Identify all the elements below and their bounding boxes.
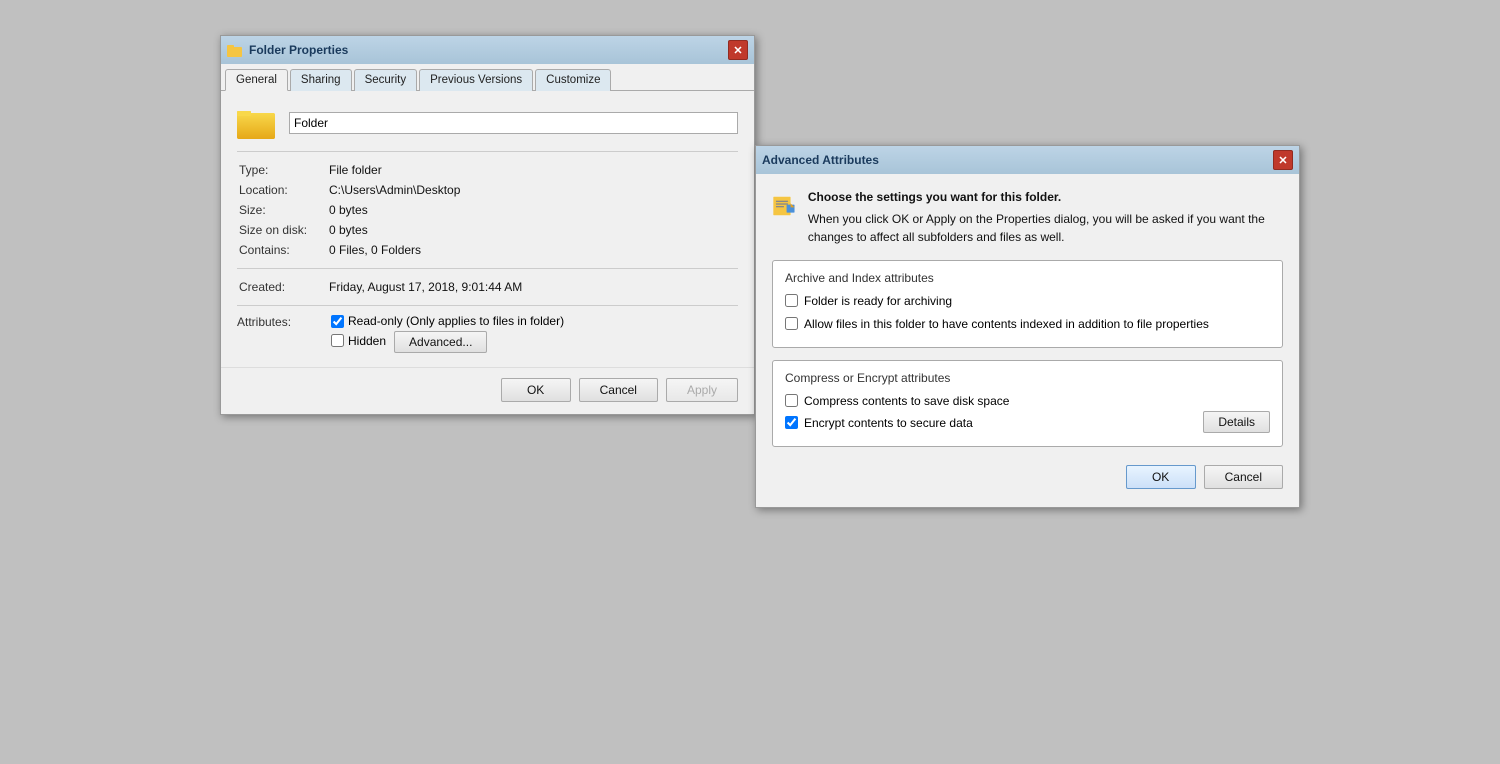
details-button[interactable]: Details: [1203, 411, 1270, 433]
type-value: File folder: [327, 160, 738, 180]
archive-checkbox-row: Folder is ready for archiving: [785, 293, 1270, 310]
ok-button[interactable]: OK: [501, 378, 571, 402]
encrypt-section-title: Compress or Encrypt attributes: [785, 371, 1270, 385]
folder-title-icon: [227, 42, 243, 58]
encrypt-checkbox[interactable]: [785, 416, 798, 429]
folder-props-close-button[interactable]: ✕: [728, 40, 748, 60]
table-row: Created: Friday, August 17, 2018, 9:01:4…: [237, 277, 738, 297]
encrypt-label: Encrypt contents to secure data: [804, 415, 973, 432]
adv-description: Choose the settings you want for this fo…: [808, 188, 1283, 246]
encrypt-checkbox-row: Encrypt contents to secure data: [785, 415, 1009, 432]
separator-1: [237, 151, 738, 152]
adv-desc-line2: When you click OK or Apply on the Proper…: [808, 210, 1283, 246]
tab-previous-versions[interactable]: Previous Versions: [419, 69, 533, 91]
location-value: C:\Users\Admin\Desktop: [327, 180, 738, 200]
adv-header: Choose the settings you want for this fo…: [772, 188, 1283, 246]
table-row: Contains: 0 Files, 0 Folders: [237, 240, 738, 260]
created-label: Created:: [237, 277, 327, 297]
tab-customize[interactable]: Customize: [535, 69, 611, 91]
index-label: Allow files in this folder to have conte…: [804, 316, 1209, 333]
folder-props-title: Folder Properties: [249, 43, 728, 57]
advanced-attributes-window: Advanced Attributes ✕ Choose the setting…: [755, 145, 1300, 508]
size-label: Size:: [237, 200, 327, 220]
index-checkbox-row: Allow files in this folder to have conte…: [785, 316, 1270, 333]
tab-general[interactable]: General: [225, 69, 288, 91]
table-row: Type: File folder: [237, 160, 738, 180]
index-checkbox[interactable]: [785, 317, 798, 330]
archive-checkbox[interactable]: [785, 294, 798, 307]
contains-value: 0 Files, 0 Folders: [327, 240, 738, 260]
separator-3: [237, 305, 738, 306]
folder-props-buttons: OK Cancel Apply: [221, 367, 754, 414]
contains-label: Contains:: [237, 240, 327, 260]
encrypt-section: Compress or Encrypt attributes Compress …: [772, 360, 1283, 448]
readonly-checkbox[interactable]: [331, 315, 344, 328]
folder-icon: [237, 105, 277, 141]
attr-buttons-row: Hidden Advanced...: [331, 331, 738, 353]
readonly-checkbox-row: Read-only (Only applies to files in fold…: [331, 314, 738, 328]
encrypt-checkboxes: Compress contents to save disk space Enc…: [785, 393, 1009, 439]
hidden-checkbox-row: Hidden: [331, 334, 386, 348]
adv-close-button[interactable]: ✕: [1273, 150, 1293, 170]
general-tab-content: Type: File folder Location: C:\Users\Adm…: [221, 91, 754, 367]
folder-header: [237, 105, 738, 141]
size-on-disk-value: 0 bytes: [327, 220, 738, 240]
location-label: Location:: [237, 180, 327, 200]
size-value: 0 bytes: [327, 200, 738, 220]
adv-title: Advanced Attributes: [762, 153, 1273, 167]
readonly-label: Read-only (Only applies to files in fold…: [348, 314, 564, 328]
apply-button[interactable]: Apply: [666, 378, 738, 402]
attributes-controls: Read-only (Only applies to files in fold…: [331, 314, 738, 353]
info-table: Type: File folder Location: C:\Users\Adm…: [237, 160, 738, 260]
created-value: Friday, August 17, 2018, 9:01:44 AM: [327, 277, 738, 297]
tab-sharing[interactable]: Sharing: [290, 69, 352, 91]
archive-section: Archive and Index attributes Folder is r…: [772, 260, 1283, 348]
adv-content: Choose the settings you want for this fo…: [756, 174, 1299, 507]
created-table: Created: Friday, August 17, 2018, 9:01:4…: [237, 277, 738, 297]
folder-props-tabs: General Sharing Security Previous Versio…: [221, 64, 754, 91]
folder-name-input[interactable]: [289, 112, 738, 134]
hidden-checkbox[interactable]: [331, 334, 344, 347]
advanced-button[interactable]: Advanced...: [394, 331, 487, 353]
table-row: Size on disk: 0 bytes: [237, 220, 738, 240]
attributes-section: Attributes: Read-only (Only applies to f…: [237, 314, 738, 353]
compress-checkbox-row: Compress contents to save disk space: [785, 393, 1009, 410]
hidden-label: Hidden: [348, 334, 386, 348]
folder-props-title-bar: Folder Properties ✕: [221, 36, 754, 64]
adv-buttons: OK Cancel: [772, 459, 1283, 493]
cancel-button[interactable]: Cancel: [579, 378, 658, 402]
archive-section-title: Archive and Index attributes: [785, 271, 1270, 285]
archive-label: Folder is ready for archiving: [804, 293, 952, 310]
table-row: Location: C:\Users\Admin\Desktop: [237, 180, 738, 200]
compress-checkbox[interactable]: [785, 394, 798, 407]
adv-ok-button[interactable]: OK: [1126, 465, 1196, 489]
adv-icon: [772, 188, 796, 224]
adv-cancel-button[interactable]: Cancel: [1204, 465, 1283, 489]
folder-properties-window: Folder Properties ✕ General Sharing Secu…: [220, 35, 755, 415]
adv-desc-line1: Choose the settings you want for this fo…: [808, 188, 1283, 206]
tab-security[interactable]: Security: [354, 69, 418, 91]
attributes-label: Attributes:: [237, 314, 327, 329]
encrypt-section-content: Compress contents to save disk space Enc…: [785, 393, 1270, 439]
type-label: Type:: [237, 160, 327, 180]
size-on-disk-label: Size on disk:: [237, 220, 327, 240]
compress-label: Compress contents to save disk space: [804, 393, 1009, 410]
adv-title-bar: Advanced Attributes ✕: [756, 146, 1299, 174]
separator-2: [237, 268, 738, 269]
table-row: Size: 0 bytes: [237, 200, 738, 220]
